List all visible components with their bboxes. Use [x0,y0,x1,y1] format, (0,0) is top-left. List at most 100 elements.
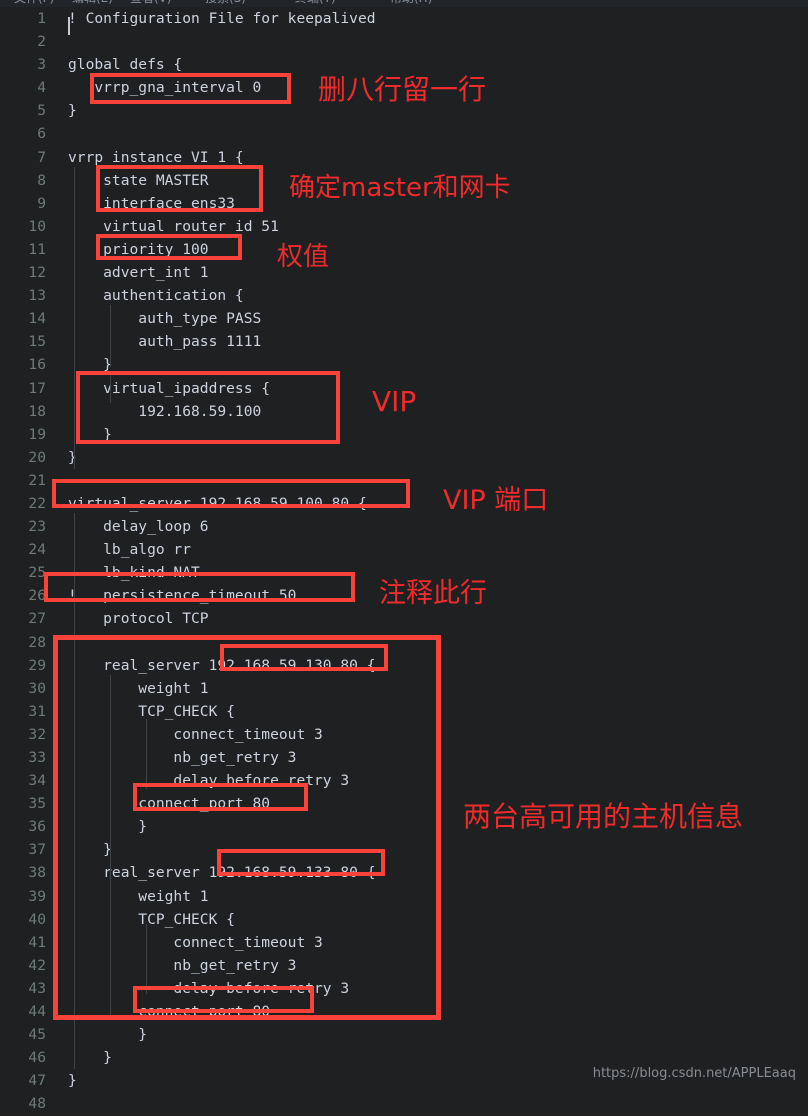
code-line[interactable]: 30 weight 1 [0,677,808,700]
menu-help[interactable]: 帮助(H) [390,0,432,6]
code-line[interactable]: 29 real_server 192.168.59.130 80 { [0,654,808,677]
code-text[interactable]: TCP_CHECK { [68,700,235,723]
code-text[interactable]: auth_pass 1111 [68,330,261,353]
code-line[interactable]: 40 TCP_CHECK { [0,908,808,931]
code-line[interactable]: 37 } [0,838,808,861]
menu-view[interactable]: 查看(V) [130,0,172,6]
code-line[interactable]: 2 [0,30,808,53]
note-master-and-nic: 确定master和网卡 [289,173,511,203]
line-number: 3 [37,56,46,74]
code-text[interactable]: lb_algo rr [68,538,191,561]
menu-search[interactable]: 搜索(S) [205,0,246,6]
code-text[interactable]: authentication { [68,284,244,307]
line-number: 17 [28,379,46,397]
code-line[interactable]: 34 delay before retry 3 [0,769,808,792]
code-text[interactable]: state MASTER [68,169,208,192]
code-text[interactable]: connect_port 80 [68,792,270,815]
code-text[interactable]: delay_loop 6 [68,515,208,538]
code-line[interactable]: 28 [0,631,808,654]
line-number: 34 [28,772,46,790]
code-line[interactable]: 19 } [0,423,808,446]
code-line[interactable]: 11 priority 100 [0,238,808,261]
line-number: 40 [28,910,46,928]
code-text[interactable]: } [68,99,77,122]
line-number: 45 [28,1026,46,1044]
code-line[interactable]: 22 virtual_server 192.168.59.100 80 { [0,492,808,515]
indent-guide [110,375,111,403]
indent-guide [146,924,147,994]
code-line[interactable]: 27 protocol TCP [0,607,808,630]
code-text[interactable]: virtual_router_id 51 [68,215,279,238]
code-text[interactable]: interface ens33 [68,192,235,215]
code-text[interactable]: } [68,815,147,838]
line-number: 39 [28,887,46,905]
code-text[interactable]: ! persistence_timeout 50 [68,584,296,607]
menu-file[interactable]: 文件(F) [14,0,54,6]
code-text[interactable]: advert_int 1 [68,261,208,284]
line-number: 48 [28,1095,46,1113]
code-line[interactable]: 39 weight 1 [0,885,808,908]
code-text[interactable]: real_server 192.168.59.130 80 { [68,654,375,677]
menu-terminal[interactable]: 终端(T) [295,0,336,6]
line-number: 20 [28,448,46,466]
code-text[interactable]: real_server 192.168.59.133 80 { [68,861,375,884]
code-text[interactable]: virtual_ipaddress { [68,377,270,400]
code-line[interactable]: 41 connect_timeout 3 [0,931,808,954]
code-line[interactable]: 45 } [0,1023,808,1046]
code-line[interactable]: 21 [0,469,808,492]
code-line[interactable]: 7 vrrp instance VI 1 { [0,146,808,169]
code-line[interactable]: 14 auth_type PASS [0,307,808,330]
code-text[interactable]: virtual_server 192.168.59.100 80 { [68,492,367,515]
line-number: 42 [28,956,46,974]
code-text[interactable]: connect_timeout 3 [68,723,322,746]
code-text[interactable]: auth_type PASS [68,307,261,330]
code-text[interactable]: global defs { [68,53,182,76]
code-line[interactable]: 32 connect_timeout 3 [0,723,808,746]
code-line[interactable]: 15 auth_pass 1111 [0,330,808,353]
code-text[interactable]: connect_port 80 [68,1000,270,1023]
code-line[interactable]: 44 connect_port 80 [0,1000,808,1023]
text-caret [68,17,70,35]
code-text[interactable]: ! Configuration File for keepalived [68,7,376,30]
line-number: 8 [37,171,46,189]
code-line[interactable]: 16 } [0,353,808,376]
line-number: 38 [28,864,46,882]
code-text[interactable]: vrrp instance VI 1 { [68,146,244,169]
code-line[interactable]: 23 delay_loop 6 [0,515,808,538]
code-line[interactable]: 12 advert_int 1 [0,261,808,284]
code-text[interactable]: 192.168.59.100 [68,400,261,423]
code-text[interactable]: vrrp_gna_interval 0 [68,76,261,99]
code-line[interactable]: 38 real_server 192.168.59.133 80 { [0,861,808,884]
code-line[interactable]: 31 TCP_CHECK { [0,700,808,723]
code-text[interactable]: } [68,446,77,469]
code-line[interactable]: 10 virtual_router_id 51 [0,215,808,238]
code-line[interactable]: 43 delay before retry 3 [0,977,808,1000]
line-number: 24 [28,541,46,559]
code-text[interactable]: } [68,1023,147,1046]
code-line[interactable]: 33 nb_get_retry 3 [0,746,808,769]
line-number: 37 [28,841,46,859]
line-number: 41 [28,933,46,951]
menu-edit[interactable]: 编辑(E) [72,0,113,6]
line-number: 28 [28,633,46,651]
code-line[interactable]: 1 ! Configuration File for keepalived [0,7,808,30]
line-number: 43 [28,979,46,997]
code-line[interactable]: 13 authentication { [0,284,808,307]
code-line[interactable]: 6 [0,122,808,145]
code-text[interactable]: } [68,1069,77,1092]
code-line[interactable]: 48 [0,1092,808,1115]
code-text[interactable]: protocol TCP [68,607,208,630]
code-text[interactable]: TCP_CHECK { [68,908,235,931]
code-line[interactable]: 20} [0,446,808,469]
indent-guide [110,305,111,367]
code-text[interactable]: weight 1 [68,677,208,700]
code-text[interactable]: connect_timeout 3 [68,931,322,954]
code-text[interactable]: weight 1 [68,885,208,908]
code-line[interactable]: 42 nb_get_retry 3 [0,954,808,977]
line-number: 21 [28,471,46,489]
code-text[interactable]: nb_get_retry 3 [68,746,296,769]
code-text[interactable]: lb_kind NAT [68,561,200,584]
code-line[interactable]: 24 lb_algo rr [0,538,808,561]
code-text[interactable]: priority 100 [68,238,208,261]
code-text[interactable]: nb_get_retry 3 [68,954,296,977]
